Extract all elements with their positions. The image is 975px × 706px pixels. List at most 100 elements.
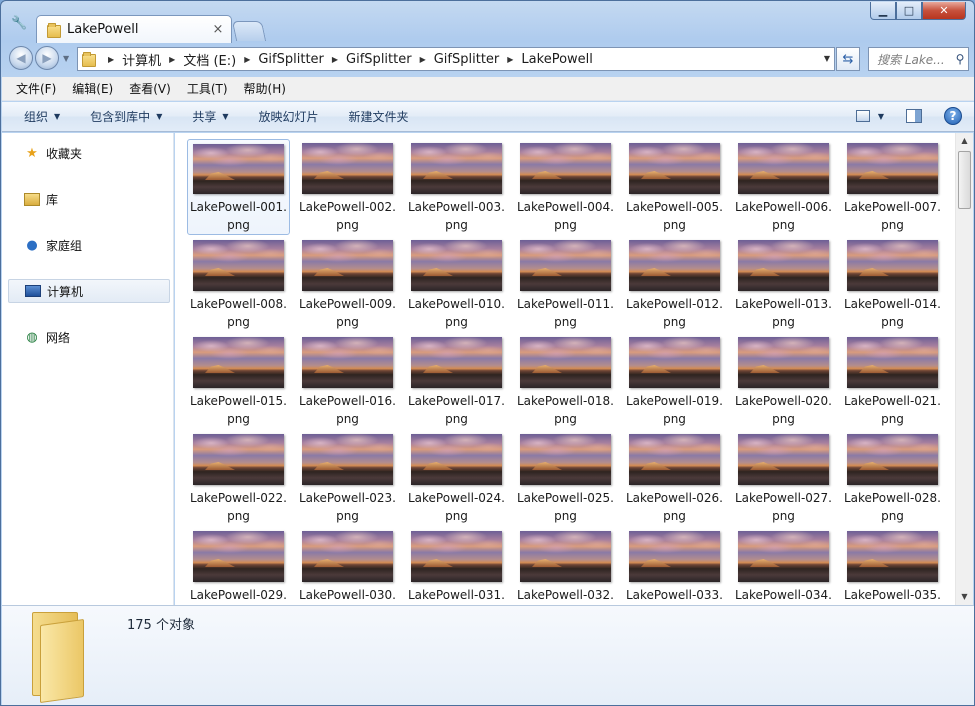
file-item[interactable]: LakePowell-032.png	[514, 527, 617, 605]
file-item[interactable]: LakePowell-011. png	[514, 236, 617, 332]
file-item[interactable]: LakePowell-001. png	[187, 139, 290, 235]
breadcrumb-gifsplitter-2[interactable]: GifSplitter	[346, 52, 412, 67]
new-folder-button[interactable]: 新建文件夹	[349, 108, 409, 125]
address-dropdown-icon[interactable]: ▼	[824, 54, 830, 63]
file-item[interactable]: LakePowell-010. png	[405, 236, 508, 332]
breadcrumb-computer[interactable]: 计算机	[122, 50, 161, 69]
breadcrumb-separator-icon[interactable]: ▶	[420, 55, 426, 64]
menu-tools[interactable]: 工具(T)	[187, 80, 228, 97]
file-item[interactable]: LakePowell-012. png	[623, 236, 726, 332]
file-item[interactable]: LakePowell-022. png	[187, 430, 290, 526]
change-view-icon[interactable]	[855, 110, 870, 122]
tab-lakepowell[interactable]: LakePowell ×	[36, 15, 232, 43]
slideshow-button[interactable]: 放映幻灯片	[259, 108, 319, 125]
preview-pane-icon[interactable]	[906, 109, 922, 123]
file-item[interactable]: LakePowell-014. png	[841, 236, 944, 332]
scroll-down-icon[interactable]: ▼	[956, 589, 973, 605]
share-label: 共享	[192, 110, 217, 124]
forward-button[interactable]: ▶	[35, 46, 59, 70]
breadcrumb-separator-icon[interactable]: ▶	[169, 55, 175, 64]
file-item[interactable]: LakePowell-006. png	[732, 139, 835, 235]
image-thumbnail	[847, 531, 938, 582]
menu-help[interactable]: 帮助(H)	[244, 80, 286, 97]
share-button[interactable]: 共享 ▼	[192, 108, 228, 125]
sidebar-item-network[interactable]: ◍ 网络	[8, 325, 170, 349]
scroll-up-icon[interactable]: ▲	[956, 133, 973, 149]
wrench-icon[interactable]: 🔧	[11, 17, 27, 31]
file-item[interactable]: LakePowell-033.png	[623, 527, 726, 605]
file-item[interactable]: LakePowell-034.png	[732, 527, 835, 605]
file-item[interactable]: LakePowell-003. png	[405, 139, 508, 235]
file-item[interactable]: LakePowell-020. png	[732, 333, 835, 429]
sidebar-item-computer[interactable]: 计算机	[8, 279, 170, 303]
sidebar-item-libraries[interactable]: 库	[8, 187, 170, 211]
close-button[interactable]: ✕	[922, 2, 966, 20]
file-item[interactable]: LakePowell-023. png	[296, 430, 399, 526]
file-item[interactable]: LakePowell-031.png	[405, 527, 508, 605]
breadcrumb-lakepowell[interactable]: LakePowell	[521, 52, 592, 67]
minimize-button[interactable]: ▁	[870, 2, 896, 20]
file-item[interactable]: LakePowell-004. png	[514, 139, 617, 235]
breadcrumb-separator-icon[interactable]: ▶	[507, 55, 513, 64]
file-name: LakePowell-011.	[516, 297, 614, 311]
image-thumbnail	[193, 337, 284, 388]
vertical-scrollbar[interactable]: ▲ ▼	[955, 133, 973, 605]
file-extension: png	[881, 315, 904, 329]
file-item[interactable]: LakePowell-021. png	[841, 333, 944, 429]
new-tab-button[interactable]	[231, 21, 267, 41]
folder-icon	[82, 52, 96, 67]
recent-pages-dropdown[interactable]: ▼	[63, 54, 69, 63]
include-in-library-button[interactable]: 包含到库中 ▼	[90, 108, 162, 125]
file-item[interactable]: LakePowell-016. png	[296, 333, 399, 429]
file-item[interactable]: LakePowell-007. png	[841, 139, 944, 235]
sidebar-item-favorites[interactable]: ★ 收藏夹	[8, 141, 170, 165]
search-icon[interactable]: ⚲	[952, 52, 968, 66]
sidebar-item-label: 收藏夹	[46, 146, 83, 161]
file-item[interactable]: LakePowell-029.png	[187, 527, 290, 605]
file-item[interactable]: LakePowell-002. png	[296, 139, 399, 235]
file-item[interactable]: LakePowell-030.png	[296, 527, 399, 605]
breadcrumb-gifsplitter-1[interactable]: GifSplitter	[258, 52, 324, 67]
file-item[interactable]: LakePowell-019. png	[623, 333, 726, 429]
chevron-down-icon: ▼	[156, 112, 163, 121]
file-item[interactable]: LakePowell-018. png	[514, 333, 617, 429]
menu-file[interactable]: 文件(F)	[16, 80, 56, 97]
file-item[interactable]: LakePowell-026. png	[623, 430, 726, 526]
chevron-down-icon: ▼	[222, 112, 229, 121]
menu-view[interactable]: 查看(V)	[129, 80, 171, 97]
large-folder-icon	[30, 612, 90, 704]
breadcrumb-drive-e[interactable]: 文档 (E:)	[183, 50, 236, 69]
image-thumbnail	[411, 531, 502, 582]
address-bar[interactable]: ▶ 计算机 ▶ 文档 (E:) ▶ GifSplitter ▶ GifSplit…	[77, 47, 835, 71]
file-item[interactable]: LakePowell-009. png	[296, 236, 399, 332]
back-button[interactable]: ◀	[9, 46, 33, 70]
help-icon[interactable]: ?	[944, 107, 962, 125]
file-item[interactable]: LakePowell-005. png	[623, 139, 726, 235]
breadcrumb-separator-icon[interactable]: ▶	[108, 55, 114, 64]
menu-edit[interactable]: 编辑(E)	[72, 80, 113, 97]
refresh-button[interactable]: ⇆	[836, 47, 860, 71]
file-item[interactable]: LakePowell-028. png	[841, 430, 944, 526]
breadcrumb-separator-icon[interactable]: ▶	[244, 55, 250, 64]
sidebar-item-homegroup[interactable]: ● 家庭组	[8, 233, 170, 257]
file-item[interactable]: LakePowell-017. png	[405, 333, 508, 429]
file-item[interactable]: LakePowell-013. png	[732, 236, 835, 332]
file-item[interactable]: LakePowell-035.png	[841, 527, 944, 605]
sidebar-item-label: 家庭组	[46, 238, 83, 253]
breadcrumb-separator-icon[interactable]: ▶	[332, 55, 338, 64]
file-item[interactable]: LakePowell-024. png	[405, 430, 508, 526]
breadcrumb-gifsplitter-3[interactable]: GifSplitter	[434, 52, 500, 67]
file-item[interactable]: LakePowell-025. png	[514, 430, 617, 526]
file-item[interactable]: LakePowell-015. png	[187, 333, 290, 429]
file-item[interactable]: LakePowell-008. png	[187, 236, 290, 332]
view-options-dropdown-icon[interactable]: ▼	[878, 112, 884, 121]
file-name: LakePowell-028.	[843, 491, 941, 505]
search-box[interactable]: 搜索 Lake... ⚲	[868, 47, 969, 71]
file-extension: png	[445, 509, 468, 523]
maximize-button[interactable]: □	[896, 2, 922, 20]
tab-close-icon[interactable]: ×	[209, 22, 227, 37]
search-input[interactable]: 搜索 Lake...	[877, 51, 952, 68]
scrollbar-thumb[interactable]	[958, 151, 971, 209]
file-item[interactable]: LakePowell-027. png	[732, 430, 835, 526]
organize-button[interactable]: 组织 ▼	[24, 108, 60, 125]
